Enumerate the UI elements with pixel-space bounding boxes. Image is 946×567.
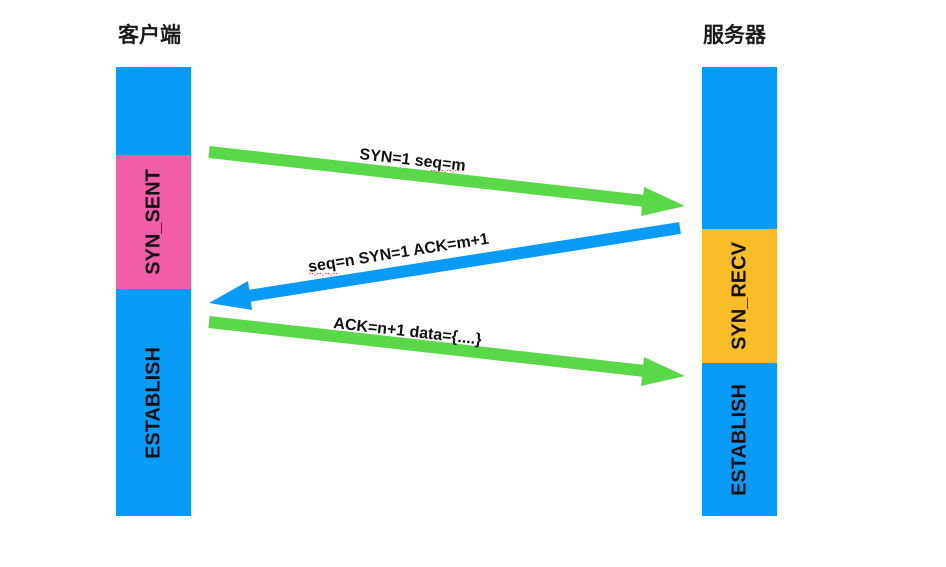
message-arrows: SYN=1 seq=m seq=n SYN=1 ACK=m+1 ACK=n+1 … <box>208 146 685 386</box>
